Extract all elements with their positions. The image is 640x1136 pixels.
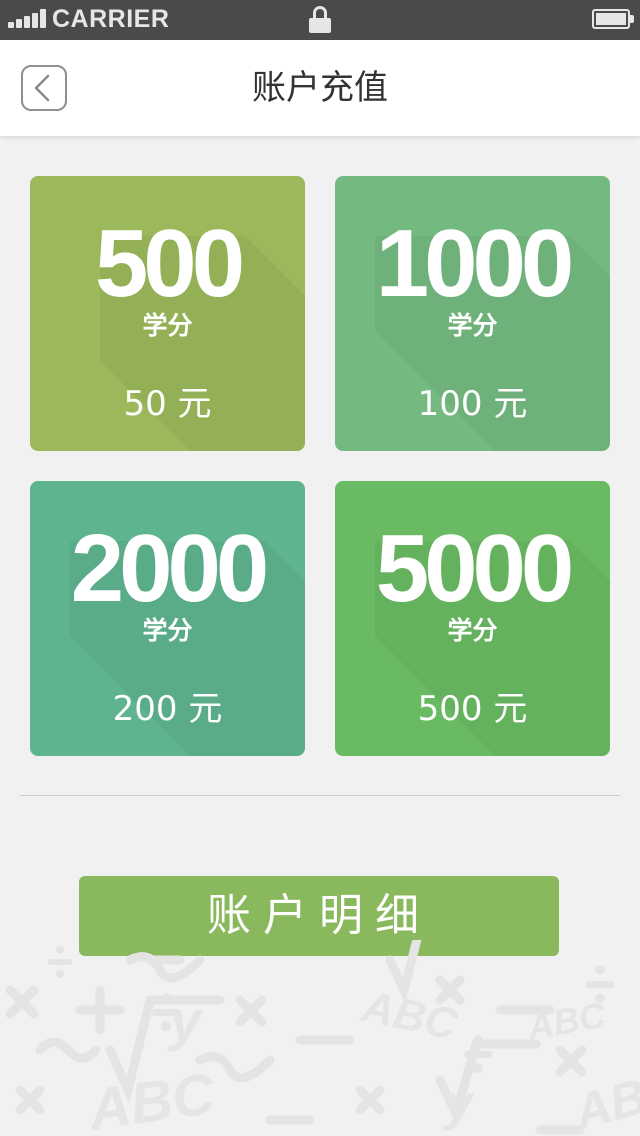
card-price: 100 元: [417, 384, 528, 424]
signal-icon: [8, 8, 48, 28]
battery-icon: [592, 9, 634, 29]
recharge-card-5000[interactable]: 5000 学分 500 元: [335, 481, 610, 756]
card-price: 500 元: [417, 689, 528, 729]
svg-text:ABC: ABC: [83, 1061, 220, 1136]
recharge-card-2000[interactable]: 2000 学分 200 元: [30, 481, 305, 756]
recharge-card-1000[interactable]: 1000 学分 100 元: [335, 176, 610, 451]
math-symbols-pattern: ABC ABC ABC ABC y y: [5, 940, 640, 1136]
card-points: 2000: [70, 515, 270, 622]
card-points: 500: [94, 210, 245, 317]
card-unit: 学分: [447, 311, 498, 340]
carrier-label: CARRIER: [52, 5, 170, 33]
nav-bar: 账户充值: [0, 40, 640, 136]
recharge-card-500[interactable]: 500 学分 50 元: [30, 176, 305, 451]
card-price: 200 元: [112, 689, 223, 729]
page-title: 账户充值: [252, 68, 388, 108]
svg-text:ABC: ABC: [523, 994, 609, 1048]
divider: [20, 795, 620, 796]
svg-text:y: y: [167, 989, 204, 1052]
card-unit: 学分: [142, 311, 193, 340]
status-bar: CARRIER: [0, 0, 640, 40]
card-unit: 学分: [447, 616, 498, 645]
lock-icon: [309, 6, 331, 33]
svg-text:y: y: [442, 1075, 475, 1131]
card-unit: 学分: [142, 616, 193, 645]
card-price: 50 元: [123, 384, 212, 424]
card-points: 5000: [375, 515, 575, 622]
card-points: 1000: [375, 210, 575, 317]
